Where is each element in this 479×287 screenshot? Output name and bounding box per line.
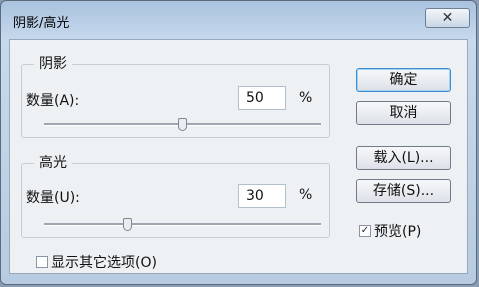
shadow-amount-input[interactable] <box>238 86 286 110</box>
highlight-amount-slider-thumb[interactable] <box>122 218 132 231</box>
shadow-group: 阴影 数量(A): % <box>21 56 330 138</box>
highlight-amount-input[interactable] <box>238 184 286 208</box>
preview-checkbox[interactable]: ✓ <box>359 225 371 237</box>
title-bar[interactable]: 阴影/高光 ✕ <box>1 1 476 35</box>
highlight-amount-slider-track[interactable] <box>44 223 321 226</box>
shadow-amount-slider-thumb[interactable] <box>178 118 187 131</box>
close-button[interactable]: ✕ <box>425 8 470 28</box>
highlight-amount-unit: % <box>299 187 313 203</box>
shadow-amount-unit: % <box>299 90 313 106</box>
cancel-button[interactable]: 取消 <box>356 101 451 125</box>
more-options-checkbox[interactable] <box>36 256 48 268</box>
close-icon: ✕ <box>441 10 454 26</box>
preview-option[interactable]: ✓ 预览(P) <box>359 221 421 241</box>
more-options-label: 显示其它选项(O) <box>51 255 157 271</box>
highlight-group: 高光 数量(U): % <box>21 155 330 238</box>
shadow-group-title: 阴影 <box>34 56 72 72</box>
more-options-option[interactable]: 显示其它选项(O) <box>36 252 157 272</box>
save-button[interactable]: 存储(S)... <box>356 179 451 203</box>
shadow-highlight-dialog: 阴影/高光 ✕ 阴影 数量(A): % 高光 数量(U): % 确定 取消 载入… <box>0 0 477 285</box>
preview-label: 预览(P) <box>374 224 422 240</box>
highlight-amount-label: 数量(U): <box>26 190 80 206</box>
ok-button[interactable]: 确定 <box>356 68 451 92</box>
load-button[interactable]: 载入(L)... <box>356 146 451 170</box>
shadow-amount-label: 数量(A): <box>26 93 80 109</box>
dialog-body: 阴影 数量(A): % 高光 数量(U): % 确定 取消 载入(L)... 存… <box>9 39 468 274</box>
dialog-title: 阴影/高光 <box>13 16 70 31</box>
highlight-group-title: 高光 <box>34 155 72 171</box>
